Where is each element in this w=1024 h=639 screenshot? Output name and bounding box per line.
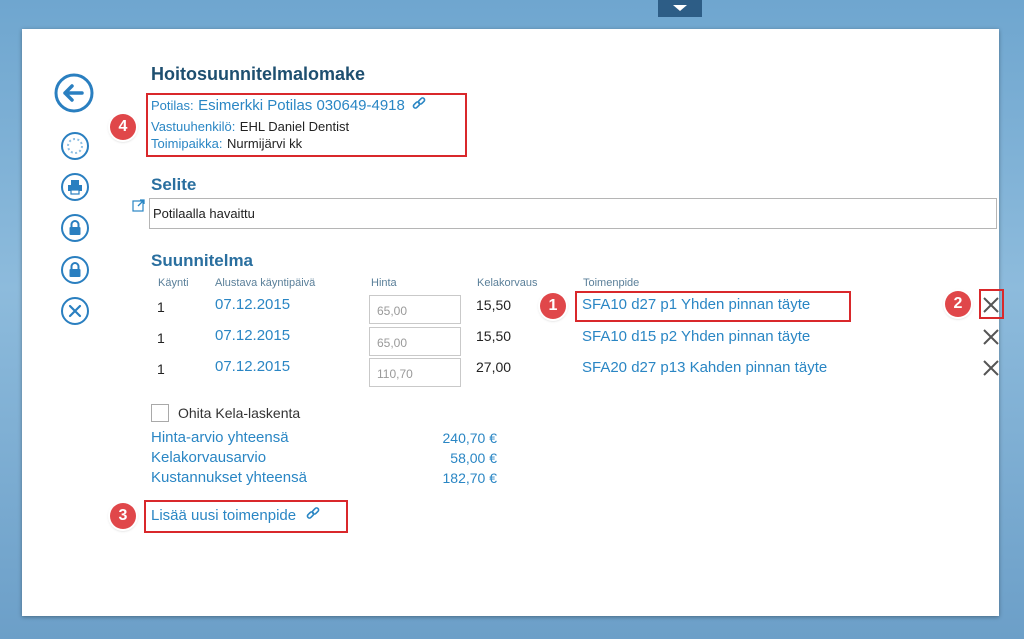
row3-price-input[interactable]: 110,70: [369, 358, 461, 387]
row3-date[interactable]: 07.12.2015: [215, 358, 290, 375]
location-value: Nurmijärvi kk: [226, 136, 303, 151]
link-icon[interactable]: [306, 507, 320, 521]
close-circle-icon: [61, 297, 89, 325]
print-button[interactable]: [60, 172, 90, 202]
cancel-button[interactable]: [60, 296, 90, 326]
annotation-badge-1: 1: [540, 293, 566, 319]
location-label: Toimipaikka:: [151, 136, 223, 151]
row2-price-input[interactable]: 65,00: [369, 327, 461, 356]
lock-button-2[interactable]: [60, 255, 90, 285]
col-header-date: Alustava käyntipäivä: [215, 277, 316, 289]
total-kela-value: 58,00 €: [450, 450, 497, 466]
row2-procedure-link[interactable]: SFA10 d15 p2 Yhden pinnan täyte: [582, 328, 810, 345]
col-header-procedure: Toimenpide: [583, 277, 640, 289]
annotation-badge-4: 4: [110, 114, 136, 140]
lock-icon: [61, 214, 89, 242]
skip-kela-checkbox[interactable]: [151, 404, 169, 422]
responsible-row: Vastuuhenkilö: EHL Daniel Dentist: [151, 118, 349, 136]
expand-icon[interactable]: [132, 198, 146, 212]
total-kela-label: Kelakorvausarvio: [151, 449, 267, 466]
lock-icon: [61, 256, 89, 284]
link-icon[interactable]: [412, 97, 426, 111]
plan-title: Suunnitelma: [151, 251, 254, 270]
responsible-label: Vastuuhenkilö:: [151, 119, 236, 134]
patient-label: Potilas:: [151, 98, 194, 113]
total-price-label: Hinta-arvio yhteensä: [151, 429, 289, 446]
add-procedure-row: Lisää uusi toimenpide: [151, 507, 320, 525]
lock-button[interactable]: [60, 213, 90, 243]
back-arrow-icon: [54, 73, 94, 113]
page-title: Hoitosuunnitelmalomake: [151, 64, 366, 84]
total-cost-label: Kustannukset yhteensä: [151, 469, 307, 486]
row1-visit: 1: [157, 299, 165, 315]
form-page: Hoitosuunnitelmalomake 4 Potilas: Esimer…: [22, 29, 1004, 616]
remove-row-3-button[interactable]: [982, 359, 1000, 377]
remove-row-2-button[interactable]: [982, 328, 1000, 346]
row1-date[interactable]: 07.12.2015: [215, 296, 290, 313]
patient-row: Potilas: Esimerkki Potilas 030649-4918: [151, 97, 426, 115]
col-header-kela: Kelakorvaus: [477, 277, 538, 289]
col-header-price: Hinta: [371, 277, 397, 289]
selite-title: Selite: [151, 175, 197, 194]
loading-icon: [61, 132, 89, 160]
add-procedure-link[interactable]: Lisää uusi toimenpide: [151, 507, 296, 524]
row1-procedure-link[interactable]: SFA10 d27 p1 Yhden pinnan täyte: [582, 296, 810, 313]
row3-procedure-link[interactable]: SFA20 d27 p13 Kahden pinnan täyte: [582, 359, 827, 376]
col-header-visit: Käynti: [158, 277, 189, 289]
row2-date[interactable]: 07.12.2015: [215, 327, 290, 344]
print-icon: [61, 173, 89, 201]
chevron-down-icon: [673, 4, 687, 11]
total-cost-value: 182,70 €: [442, 470, 498, 486]
collapse-tab[interactable]: [658, 0, 702, 17]
row2-visit: 1: [157, 330, 165, 346]
refresh-button[interactable]: [60, 131, 90, 161]
row3-visit: 1: [157, 361, 165, 377]
responsible-value: EHL Daniel Dentist: [239, 119, 350, 134]
row1-kela: 15,50: [476, 297, 512, 313]
row1-price-input[interactable]: 65,00: [369, 295, 461, 324]
selite-text: Potilaalla havaittu: [153, 206, 255, 221]
selite-field[interactable]: Potilaalla havaittu: [149, 198, 997, 229]
total-price-value: 240,70 €: [442, 430, 498, 446]
location-row: Toimipaikka: Nurmijärvi kk: [151, 135, 302, 153]
annotation-badge-2: 2: [945, 291, 971, 317]
back-button[interactable]: [54, 73, 94, 113]
patient-link[interactable]: Esimerkki Potilas 030649-4918: [198, 97, 405, 114]
row3-kela: 27,00: [476, 359, 512, 375]
remove-row-1-button[interactable]: [982, 296, 1000, 314]
annotation-badge-3: 3: [110, 503, 136, 529]
skip-kela-label: Ohita Kela-laskenta: [178, 405, 301, 421]
row2-kela: 15,50: [476, 328, 512, 344]
